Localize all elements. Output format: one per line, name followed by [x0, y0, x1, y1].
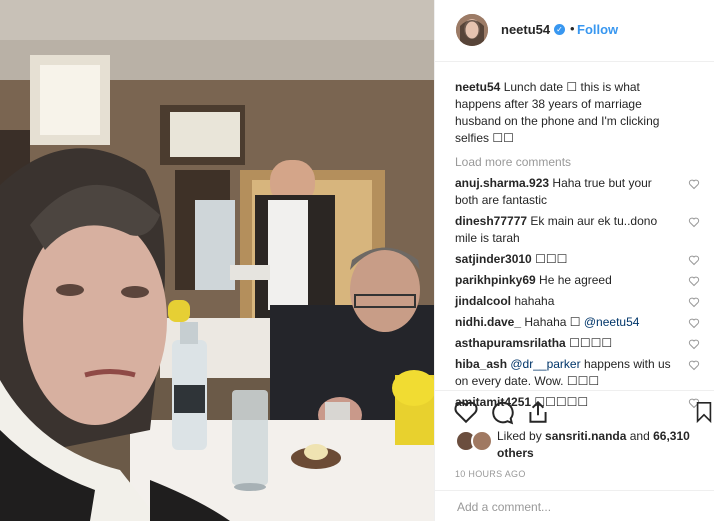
comment-username[interactable]: asthapuramsrilatha	[455, 336, 566, 350]
like-heart-icon[interactable]	[453, 399, 479, 425]
comment-item: anuj.sharma.923 Haha true but your both …	[455, 175, 700, 209]
post-caption: neetu54 Lunch date ☐ this is what happen…	[455, 79, 700, 147]
comment-bubble-icon[interactable]	[489, 399, 515, 425]
post-sidebar: neetu54 ✓ • Follow neetu54 Lunch date ☐ …	[434, 0, 714, 521]
bookmark-icon[interactable]	[693, 399, 714, 425]
comment-list: neetu54 Lunch date ☐ this is what happen…	[455, 79, 700, 415]
comment-text: hahaha	[514, 294, 555, 308]
like-comment-heart-icon[interactable]	[688, 296, 700, 308]
comment-text: He he agreed	[539, 273, 612, 287]
separator-dot: •	[570, 21, 575, 36]
post-actions	[435, 390, 714, 430]
comment-mention[interactable]: @neetu54	[584, 315, 640, 329]
like-comment-heart-icon[interactable]	[688, 275, 700, 287]
comment-username[interactable]: satjinder3010	[455, 252, 532, 266]
add-comment-input[interactable]	[455, 499, 699, 515]
comment-username[interactable]: jindalcool	[455, 294, 511, 308]
comment-text: ☐☐☐	[535, 252, 568, 266]
comment-item: parikhpinky69 He he agreed	[455, 272, 700, 289]
verified-badge-icon: ✓	[554, 24, 565, 35]
comment-username[interactable]: hiba_ash	[455, 357, 507, 371]
like-comment-heart-icon[interactable]	[688, 216, 700, 228]
share-icon[interactable]	[525, 399, 551, 425]
comment-username[interactable]: anuj.sharma.923	[455, 176, 549, 190]
liked-by-user[interactable]: sansriti.nanda	[545, 429, 626, 443]
comment-item: hiba_ash @dr__parker happens with us on …	[455, 356, 700, 390]
like-comment-heart-icon[interactable]	[688, 254, 700, 266]
comment-item: dinesh77777 Ek main aur ek tu..dono mile…	[455, 213, 700, 247]
post-photo[interactable]	[0, 0, 434, 521]
follow-button[interactable]: Follow	[577, 22, 618, 37]
avatar-image	[456, 14, 488, 46]
comment-username[interactable]: dinesh77777	[455, 214, 527, 228]
comment-text: ☐☐☐☐	[569, 336, 613, 350]
post-header: neetu54 ✓ • Follow	[435, 0, 714, 62]
liker-avatar	[471, 430, 493, 452]
liked-by-label: Liked by	[497, 429, 542, 443]
restaurant-selfie-image	[0, 0, 434, 521]
like-comment-heart-icon[interactable]	[688, 338, 700, 350]
likes-and: and	[629, 429, 650, 443]
like-comment-heart-icon[interactable]	[688, 317, 700, 329]
add-comment-bar	[435, 490, 714, 521]
caption-username[interactable]: neetu54	[455, 80, 500, 94]
post-username[interactable]: neetu54	[501, 22, 550, 37]
comment-item: jindalcool hahaha	[455, 293, 700, 310]
load-more-comments-link[interactable]: Load more comments	[455, 155, 700, 169]
comment-mention[interactable]: @dr__parker	[510, 357, 580, 371]
likes-summary: Liked by sansriti.nanda and 66,310 other…	[455, 428, 705, 464]
like-comment-heart-icon[interactable]	[688, 178, 700, 190]
comment-item: satjinder3010 ☐☐☐	[455, 251, 700, 268]
post-timestamp[interactable]: 10 HOURS AGO	[455, 469, 526, 479]
comment-item: asthapuramsrilatha ☐☐☐☐	[455, 335, 700, 352]
likes-text: Liked by sansriti.nanda and 66,310 other…	[497, 428, 707, 462]
avatar[interactable]	[456, 14, 488, 46]
comment-text: Hahaha ☐	[524, 315, 581, 329]
instagram-post: neetu54 ✓ • Follow neetu54 Lunch date ☐ …	[0, 0, 714, 521]
comment-item: nidhi.dave_ Hahaha ☐ @neetu54	[455, 314, 700, 331]
like-comment-heart-icon[interactable]	[688, 359, 700, 371]
comment-username[interactable]: nidhi.dave_	[455, 315, 521, 329]
comment-username[interactable]: parikhpinky69	[455, 273, 536, 287]
